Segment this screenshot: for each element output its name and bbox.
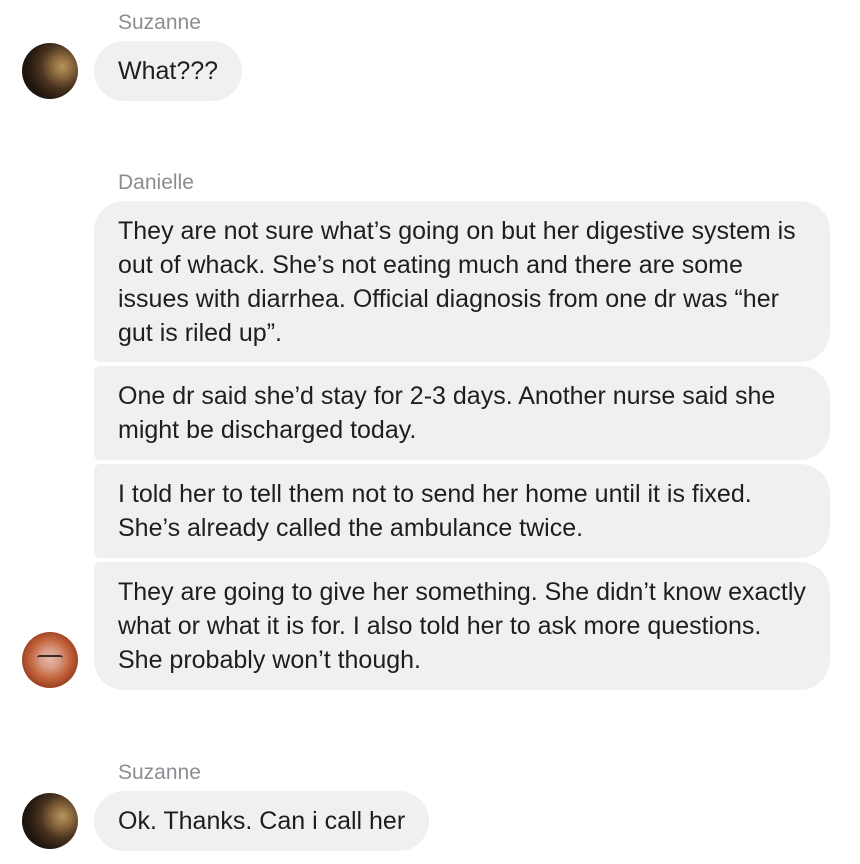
glasses-detail (37, 655, 63, 664)
suzanne-avatar[interactable] (22, 793, 78, 849)
sender-name-danielle: Danielle (118, 171, 194, 194)
message-bubble[interactable]: Ok. Thanks. Can i call her (94, 791, 430, 851)
sender-name-suzanne: Suzanne (118, 761, 201, 784)
danielle-avatar[interactable] (22, 632, 78, 688)
message-bubble[interactable]: They are going to give her something. Sh… (94, 562, 830, 690)
suzanne-avatar[interactable] (22, 43, 78, 99)
message-bubble[interactable]: They are not sure what’s going on but he… (94, 201, 830, 362)
message-bubble[interactable]: One dr said she’d stay for 2-3 days. Ano… (94, 366, 830, 460)
message-bubble[interactable]: What??? (94, 41, 243, 101)
message-bubble[interactable]: I told her to tell them not to send her … (94, 464, 830, 558)
sender-name-suzanne: Suzanne (118, 11, 201, 34)
